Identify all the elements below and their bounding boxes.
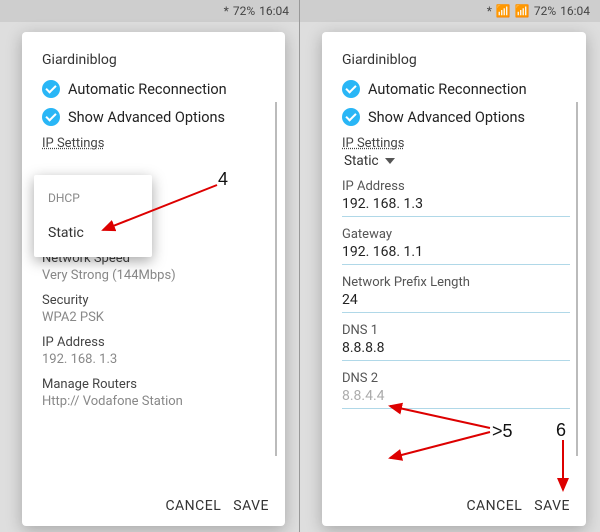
show-advanced-row[interactable]: Show Advanced Options <box>42 108 273 126</box>
check-icon <box>342 80 360 98</box>
arrow-6 <box>553 438 573 498</box>
clock-text: 16:04 <box>259 4 289 18</box>
ip-address-field[interactable]: IP Address 192. 168. 1.3 <box>342 179 570 217</box>
prefix-field[interactable]: Network Prefix Length 24 <box>342 275 570 313</box>
show-advanced-label: Show Advanced Options <box>368 109 525 126</box>
ip-address-value: 192. 168. 1.3 <box>42 352 273 367</box>
gateway-input[interactable]: 192. 168. 1.1 <box>342 244 570 265</box>
wifi-icon: 📶 <box>496 4 511 18</box>
cancel-button[interactable]: CANCEL <box>163 494 223 518</box>
ip-settings-label: IP Settings <box>342 136 574 151</box>
manage-routers-value: Http:// Vodafone Station <box>42 394 273 409</box>
auto-reconnect-label: Automatic Reconnection <box>368 81 527 98</box>
prefix-label: Network Prefix Length <box>342 275 570 290</box>
arrow-4 <box>95 182 235 242</box>
network-title: Giardiniblog <box>42 52 273 68</box>
arrow-5a <box>380 400 510 470</box>
annotation-5: >5 <box>492 421 513 442</box>
signal-icon: 📶 <box>515 4 530 18</box>
ip-address-label: IP Address <box>42 335 273 350</box>
auto-reconnect-row[interactable]: Automatic Reconnection <box>42 80 273 98</box>
show-advanced-row[interactable]: Show Advanced Options <box>342 108 574 126</box>
dns2-label: DNS 2 <box>342 371 570 386</box>
phone-left: * 72% 16:04 < Giardiniblog Automatic Rec… <box>0 0 300 532</box>
ip-settings-dropdown[interactable]: Static <box>344 153 574 169</box>
network-title: Giardiniblog <box>342 52 574 68</box>
status-bar: * 72% 16:04 <box>0 0 299 22</box>
ip-settings-value: Static <box>344 153 379 169</box>
manage-routers-label[interactable]: Manage Routers <box>42 377 273 392</box>
show-advanced-label: Show Advanced Options <box>68 109 225 126</box>
prefix-input[interactable]: 24 <box>342 292 570 313</box>
network-speed-value: Very Strong (144Mbps) <box>42 268 273 283</box>
ip-address-input[interactable]: 192. 168. 1.3 <box>342 196 570 217</box>
bluetooth-icon: * <box>224 4 229 18</box>
battery-text: 72% <box>534 4 556 18</box>
save-button[interactable]: SAVE <box>231 494 271 518</box>
ip-address-label: IP Address <box>342 179 570 194</box>
security-value: WPA2 PSK <box>42 310 273 325</box>
check-icon <box>42 80 60 98</box>
cancel-button[interactable]: CANCEL <box>464 494 524 518</box>
dns1-input[interactable]: 8.8.8.8 <box>342 340 570 361</box>
auto-reconnect-label: Automatic Reconnection <box>68 81 227 98</box>
scrollbar[interactable] <box>275 102 277 456</box>
annotation-4: 4 <box>218 169 228 190</box>
dns1-field[interactable]: DNS 1 8.8.8.8 <box>342 323 570 361</box>
gateway-label: Gateway <box>342 227 570 242</box>
dns1-label: DNS 1 <box>342 323 570 338</box>
auto-reconnect-row[interactable]: Automatic Reconnection <box>342 80 574 98</box>
dialog-actions: CANCEL SAVE <box>163 494 271 518</box>
scrollbar[interactable] <box>576 102 578 456</box>
bluetooth-icon: * <box>487 4 492 18</box>
ip-settings-label: IP Settings <box>42 136 273 151</box>
battery-text: 72% <box>233 4 255 18</box>
status-bar: * 📶 📶 72% 16:04 <box>300 0 600 22</box>
clock-text: 16:04 <box>560 4 590 18</box>
check-icon <box>342 108 360 126</box>
check-icon <box>42 108 60 126</box>
security-label: Security <box>42 293 273 308</box>
gateway-field[interactable]: Gateway 192. 168. 1.1 <box>342 227 570 265</box>
wifi-settings-panel: Giardiniblog Automatic Reconnection Show… <box>22 32 285 526</box>
annotation-6: 6 <box>556 420 566 441</box>
chevron-down-icon <box>385 158 395 164</box>
